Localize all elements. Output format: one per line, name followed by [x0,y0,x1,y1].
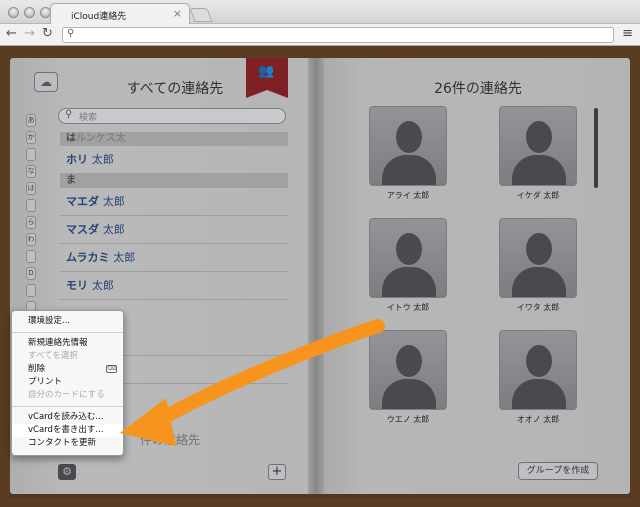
delete-key-icon: ⌫ [106,365,117,373]
book-spine [308,58,324,494]
settings-menu: 環境設定... 新規連絡先情報 すべてを選択 削除 ⌫ プリント 自分のカードにす… [11,310,124,456]
section-header: はルンケス太 [60,132,288,146]
index-item[interactable]: か [26,131,36,144]
minimize-window-button[interactable] [24,7,35,18]
menu-item-export-vcard[interactable]: vCardを書き出す... [12,424,123,437]
menu-item-select-all: すべてを選択 [28,351,78,361]
index-item[interactable]: ら [26,216,36,229]
contact-row[interactable]: ムラカミ 太郎 [60,244,288,272]
menu-item-print[interactable]: プリント [12,376,123,389]
index-item[interactable]: な [26,165,36,178]
contact-row[interactable]: ホリ 太郎 [60,146,288,174]
index-item[interactable] [26,250,36,263]
contact-row[interactable]: マエダ 太郎 [60,188,288,216]
gear-icon[interactable]: ⚙ [58,464,76,480]
all-contacts-title: すべての連絡先 [126,81,224,97]
close-window-button[interactable] [8,7,19,18]
menu-item-import-vcard[interactable]: vCardを読み込む... [12,411,123,424]
card-name: イワタ 太郎 [516,303,560,312]
window-titlebar: iCloud連絡先 × [0,0,640,25]
avatar [499,106,577,186]
contact-card[interactable]: イワタ 太郎 [498,218,578,313]
menu-item-delete[interactable]: 削除 ⌫ [12,363,123,376]
alphabet-index: あ か な は ら わ D [26,114,38,318]
contact-card[interactable]: アライ 太郎 [368,106,448,201]
index-item[interactable]: D [26,267,36,280]
right-page [320,58,630,494]
index-item[interactable]: は [26,182,36,195]
cloud-icon[interactable]: ☁ [34,72,58,92]
card-name: オオノ 太郎 [516,415,560,424]
reload-icon[interactable]: ↻ [42,26,53,41]
close-tab-icon[interactable]: × [173,7,182,20]
tab-title: iCloud連絡先 [71,12,127,22]
browser-toolbar: ← → ↻ ⚲ ≡ [0,24,640,46]
contact-card[interactable]: イケダ 太郎 [498,106,578,201]
card-name: イトウ 太郎 [386,303,430,312]
menu-separator [12,332,123,333]
browser-tab[interactable]: iCloud連絡先 × [50,3,190,25]
contact-row[interactable]: マスダ 太郎 [60,216,288,244]
contact-row[interactable]: モリ 太郎 [60,272,288,300]
contact-count-footer: 件の連絡先 [140,433,201,447]
address-bar[interactable]: ⚲ [62,27,614,43]
contact-count-title: 26件の連絡先 [434,81,522,97]
menu-item-make-my-card: 自分のカードにする [28,390,105,400]
menu-separator [12,406,123,407]
avatar [499,330,577,410]
contact-card[interactable]: イトウ 太郎 [368,218,448,313]
forward-icon[interactable]: → [24,26,35,41]
avatar [369,106,447,186]
scrollbar[interactable] [594,108,598,188]
card-name: ウエノ 太郎 [386,415,430,424]
search-placeholder: 検索 [79,113,98,123]
index-item[interactable] [26,284,36,297]
menu-item-new-contact[interactable]: 新規連絡先情報 [12,337,123,350]
menu-item-preferences[interactable]: 環境設定... [12,315,123,328]
add-contact-button[interactable]: + [268,464,286,480]
avatar [499,218,577,298]
card-name: アライ 太郎 [386,191,430,200]
contact-card[interactable]: オオノ 太郎 [498,330,578,425]
contact-card[interactable]: ウエノ 太郎 [368,330,448,425]
back-icon[interactable]: ← [6,26,17,41]
card-name: イケダ 太郎 [516,191,560,200]
people-icon: 👥 [258,64,275,79]
menu-item-refresh-contacts[interactable]: コンタクトを更新 [12,437,123,450]
menu-icon[interactable]: ≡ [622,26,633,41]
create-group-button[interactable]: グループを作成 [518,462,598,480]
avatar [369,218,447,298]
search-field[interactable]: ⚲ 検索 [58,108,286,124]
section-header: ま [60,174,288,188]
index-item[interactable] [26,199,36,212]
search-icon: ⚲ [67,28,75,39]
index-item[interactable]: わ [26,233,36,246]
search-icon: ⚲ [65,109,73,120]
index-item[interactable]: あ [26,114,36,127]
avatar [369,330,447,410]
index-item[interactable] [26,148,36,161]
new-tab-button[interactable] [189,8,213,22]
